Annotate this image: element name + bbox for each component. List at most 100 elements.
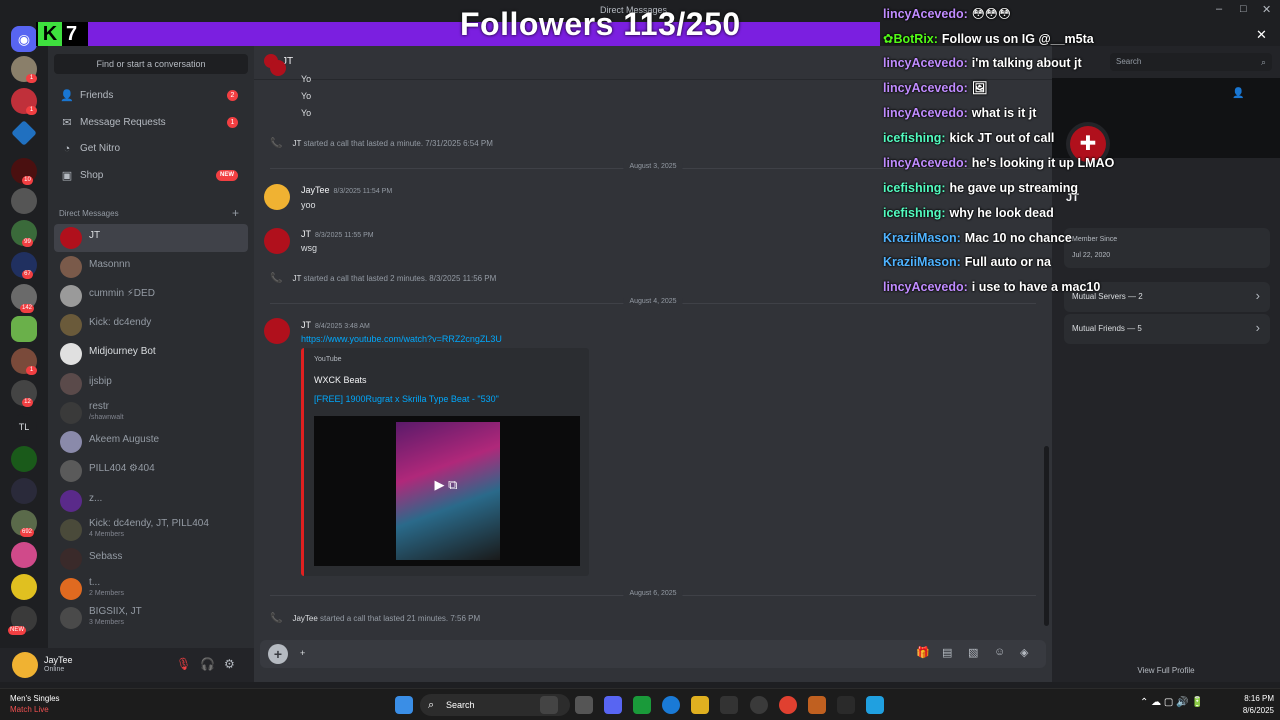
news-widget[interactable]: Men's Singles Match Live [10, 693, 60, 715]
dm-item[interactable]: Kick: dc4endy, JT, PILL404 4 Members [54, 516, 248, 544]
overlay-chat-line: lincyAcevedo: i'm talking about jt [883, 56, 1082, 70]
chat-user: lincyAcevedo: [883, 106, 968, 120]
server-icon[interactable] [11, 542, 37, 568]
find-conversation-input[interactable]: Find or start a conversation [54, 54, 248, 74]
edge-icon[interactable] [662, 696, 680, 714]
app-icon[interactable] [837, 696, 855, 714]
dm-item[interactable]: Midjourney Bot [54, 340, 248, 368]
deafen-icon[interactable]: 🎧 [200, 657, 215, 671]
author-name[interactable]: JT [301, 320, 311, 330]
dm-name: BIGSIIX, JT [89, 606, 142, 617]
avatar [60, 548, 82, 570]
excel-icon[interactable] [633, 696, 651, 714]
dm-item[interactable]: Sebass [54, 545, 248, 573]
create-dm-icon[interactable]: + [232, 206, 239, 220]
composer-input[interactable]: + [300, 648, 305, 658]
app-icon[interactable] [866, 696, 884, 714]
news-subtitle: Match Live [10, 705, 49, 714]
chat-user: lincyAcevedo: [883, 280, 968, 294]
dm-item[interactable]: ijsbip [54, 370, 248, 398]
user-avatar[interactable] [12, 652, 38, 678]
date-separator: August 4, 2025 [270, 298, 1036, 305]
dm-item[interactable]: z... [54, 487, 248, 515]
dm-item[interactable]: JT [54, 224, 248, 252]
file-explorer-icon[interactable] [691, 696, 709, 714]
clock-date: 8/6/2025 [1242, 706, 1274, 715]
avatar [264, 184, 290, 210]
message-composer[interactable]: + + 🎁 ▤ ▧ ☺ ◈ [260, 640, 1046, 668]
server-icon[interactable]: TL [11, 414, 37, 440]
nav-shop[interactable]: ▣ Shop NEW [54, 164, 248, 188]
embed-title[interactable]: [FREE] 1900Rugrat x Skrilla Type Beat - … [314, 394, 499, 404]
discord-home-icon[interactable]: ◉ [11, 26, 37, 52]
dm-name: z... [89, 493, 103, 504]
dm-item[interactable]: t... 2 Members [54, 575, 248, 603]
avatar [60, 607, 82, 629]
dm-item[interactable]: Masonnn [54, 253, 248, 281]
news-title: Men's Singles [10, 694, 60, 703]
gif-icon[interactable]: ▤ [942, 646, 952, 659]
gift-icon[interactable]: 🎁 [916, 646, 930, 659]
chat-user: ✿BotRix: [883, 32, 938, 46]
server-icon[interactable] [11, 120, 37, 146]
embed-author[interactable]: WXCK Beats [314, 375, 367, 385]
server-icon[interactable] [11, 478, 37, 504]
settings-icon[interactable] [720, 696, 738, 714]
nav-friends[interactable]: 👤 Friends 2 [54, 84, 248, 108]
avatar [60, 373, 82, 395]
discord-taskbar-icon[interactable] [604, 696, 622, 714]
video-player[interactable]: ▶ ⧉ [314, 416, 580, 566]
server-icon[interactable] [11, 316, 37, 342]
call-event: 📞 JT started a call that lasted 2 minutes… [270, 273, 496, 284]
dm-item[interactable]: Akeem Auguste [54, 428, 248, 456]
widgets-icon[interactable] [540, 696, 558, 714]
attach-plus-icon[interactable]: + [268, 644, 288, 664]
mute-mic-icon[interactable]: 🎙 [176, 657, 191, 671]
play-icon[interactable]: ▶ ⧉ [428, 474, 464, 496]
emoji-icon[interactable]: ☺ [994, 646, 1005, 658]
chat-user: icefishing: [883, 181, 946, 195]
obs-icon[interactable] [750, 696, 768, 714]
unread-badge: 67 [22, 270, 33, 279]
dm-name: ijsbip [89, 376, 112, 387]
dm-item[interactable]: PILL404 ⚙404 [54, 457, 248, 485]
sticker-icon[interactable]: ▧ [968, 646, 978, 659]
call-event: 📞 JT started a call that lasted a minute.… [270, 138, 493, 149]
settings-gear-icon[interactable]: ⚙ [224, 657, 235, 671]
dm-item[interactable]: BIGSIIX, JT 3 Members [54, 604, 248, 632]
author-name[interactable]: JT [301, 229, 311, 239]
user-status: Online [44, 666, 65, 673]
avatar [60, 343, 82, 365]
server-icon[interactable] [11, 446, 37, 472]
nav-nitro[interactable]: ◔ Get Nitro [54, 137, 248, 161]
dm-item[interactable]: restr/shawnwalt [54, 399, 248, 427]
server-icon[interactable] [11, 188, 37, 214]
friends-icon: 👤 [60, 90, 74, 102]
close-icon[interactable]: ✕ [1256, 27, 1267, 43]
youtube-link[interactable]: https://www.youtube.com/watch?v=RRZ2cngZ… [301, 334, 502, 344]
author-name[interactable]: JayTee [301, 185, 330, 195]
avatar [60, 490, 82, 512]
dm-item[interactable]: cummin ⚡DED [54, 282, 248, 310]
apps-icon[interactable]: ◈ [1020, 646, 1028, 659]
server-icon[interactable] [11, 574, 37, 600]
clock[interactable]: 8:16 PM 8/6/2025 [1224, 693, 1274, 717]
system-tray[interactable]: ⌃ ☁ ▢ 🔊 🔋 [1140, 697, 1204, 708]
start-menu-icon[interactable] [395, 696, 413, 714]
avatar [270, 60, 286, 76]
dm-item[interactable]: Kick: dc4endy [54, 311, 248, 339]
call-text: started a call that lasted a minute. [303, 139, 424, 148]
nav-label: Shop [80, 170, 104, 181]
chrome-icon[interactable] [779, 696, 797, 714]
dm-name: Sebass [89, 551, 123, 562]
view-full-profile-link[interactable]: View Full Profile [1052, 666, 1280, 675]
nav-message-requests[interactable]: ✉ Message Requests 1 [54, 111, 248, 135]
task-view-icon[interactable] [575, 696, 593, 714]
search-icon: ⌕ [428, 699, 435, 711]
mutual-friends-row[interactable]: Mutual Friends — 5 › [1064, 314, 1270, 344]
dm-name: restr [89, 401, 109, 412]
app-icon[interactable] [808, 696, 826, 714]
user-panel: JayTee Online 🎙 🎧 ⚙ [0, 648, 254, 682]
chevron-right-icon: › [1255, 320, 1260, 335]
chat-scrollbar[interactable] [1044, 446, 1049, 626]
